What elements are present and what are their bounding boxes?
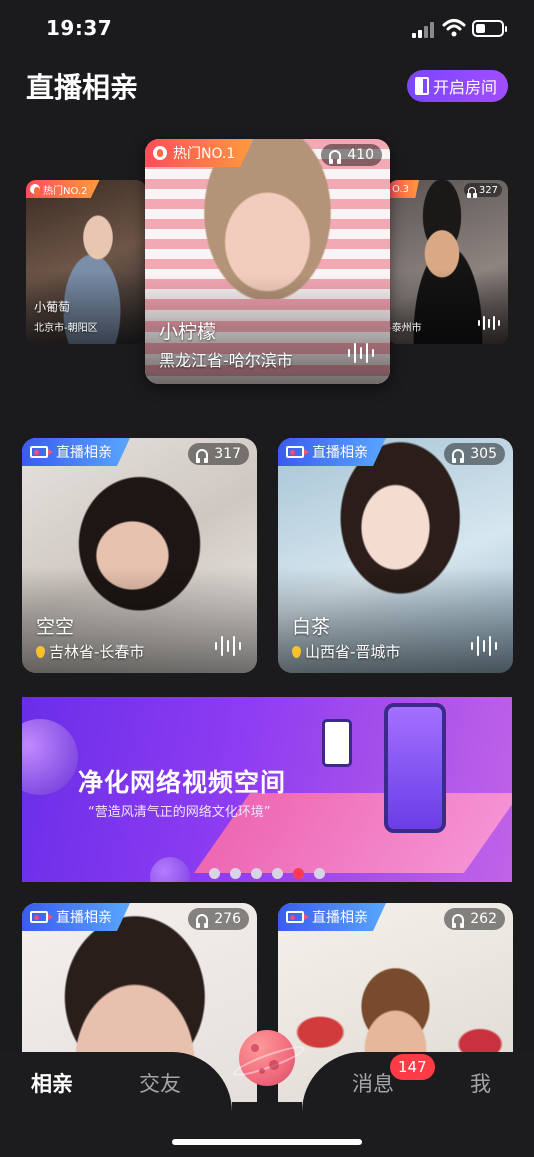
host-location-text: 山西省-晋城市 <box>305 643 401 661</box>
pagination-dot[interactable] <box>314 868 325 879</box>
hot-rank-label: 热门NO.2 <box>43 185 88 197</box>
live-card-kongkong[interactable]: 直播相亲 317 空空 吉林省-长春市 <box>22 438 257 673</box>
pagination-dot[interactable] <box>209 868 220 879</box>
promo-banner[interactable]: 净化网络视频空间 “营造风清气正的网络文化环境” <box>22 697 512 882</box>
location-pin-icon <box>292 645 301 658</box>
headphone-icon <box>196 449 209 463</box>
planet-center-button[interactable] <box>239 1030 295 1086</box>
host-name: 空空 <box>36 616 75 638</box>
live-tag-label: 直播相亲 <box>56 445 112 461</box>
flame-icon <box>153 146 167 160</box>
host-name: 小葡萄 <box>34 300 71 314</box>
flame-icon <box>30 184 40 195</box>
video-camera-icon <box>286 911 309 923</box>
banner-pagination <box>209 868 325 879</box>
tab-me[interactable]: 我 <box>470 1068 491 1098</box>
host-name: 小柠檬 <box>159 321 217 343</box>
viewer-count-value: 305 <box>470 446 497 462</box>
open-room-label: 开启房间 <box>433 78 498 97</box>
live-blind-date-tag: 直播相亲 <box>278 438 386 466</box>
door-icon <box>415 77 429 95</box>
headphone-icon <box>452 914 465 928</box>
audio-wave-icon <box>215 636 241 656</box>
viewer-count-value: 276 <box>214 911 241 927</box>
live-card-baicha[interactable]: 直播相亲 305 白茶 山西省-晋城市 <box>278 438 513 673</box>
viewer-count: 276 <box>188 908 249 930</box>
pagination-dot[interactable] <box>293 868 304 879</box>
pagination-dot[interactable] <box>230 868 241 879</box>
host-name: 白茶 <box>292 616 331 638</box>
viewer-count: 327 <box>463 183 502 198</box>
video-camera-icon <box>286 446 309 458</box>
hot-rank-tag: O.3 <box>388 180 420 198</box>
hot-rank-label: 热门NO.1 <box>173 146 236 162</box>
status-time: 19:37 <box>46 16 113 40</box>
live-tag-label: 直播相亲 <box>312 910 368 926</box>
message-badge: 147 <box>390 1054 435 1080</box>
home-indicator <box>172 1139 362 1145</box>
location-pin-icon <box>36 645 45 658</box>
headphone-icon <box>329 150 342 164</box>
host-location-text: 吉林省-长春市 <box>49 643 145 661</box>
hot-rank-label: O.3 <box>392 183 410 195</box>
host-location: 黑龙江省-哈尔滨市 <box>159 351 293 370</box>
carousel-card-left[interactable]: 热门NO.2 小葡萄 北京市-朝阳区 <box>26 180 146 344</box>
audio-wave-icon <box>478 316 500 330</box>
viewer-count: 317 <box>188 443 249 465</box>
audio-wave-icon <box>471 636 497 656</box>
viewer-count-value: 327 <box>478 184 498 196</box>
video-camera-icon <box>30 911 53 923</box>
audio-wave-icon <box>348 343 374 363</box>
signal-icon <box>412 22 436 38</box>
live-tag-label: 直播相亲 <box>56 910 112 926</box>
status-bar: 19:37 <box>0 0 534 60</box>
live-tag-label: 直播相亲 <box>312 445 368 461</box>
wifi-icon <box>442 19 466 37</box>
battery-icon <box>472 20 507 37</box>
small-phone-illustration <box>322 719 352 767</box>
tab-jiaoyou[interactable]: 交友 <box>139 1068 181 1098</box>
hot-rank-tag: 热门NO.1 <box>145 139 254 167</box>
live-blind-date-tag: 直播相亲 <box>278 903 386 931</box>
tab-xiangqin[interactable]: 相亲 <box>31 1068 73 1098</box>
live-blind-date-tag: 直播相亲 <box>22 903 130 931</box>
banner-title: 净化网络视频空间 <box>78 768 287 797</box>
host-location: 山西省-晋城市 <box>292 641 400 662</box>
carousel-card-right[interactable]: O.3 327 -泰州市 <box>388 180 508 344</box>
viewer-count-value: 410 <box>347 147 374 163</box>
page-title: 直播相亲 <box>26 71 139 104</box>
headphone-icon <box>466 186 477 198</box>
viewer-count: 262 <box>444 908 505 930</box>
banner-subtitle: “营造风清气正的网络文化环境” <box>88 805 271 820</box>
pagination-dot[interactable] <box>272 868 283 879</box>
headphone-icon <box>452 449 465 463</box>
viewer-count-value: 262 <box>470 911 497 927</box>
viewer-count: 410 <box>321 144 382 166</box>
host-location: -泰州市 <box>388 323 422 334</box>
video-camera-icon <box>30 446 53 458</box>
host-location: 吉林省-长春市 <box>36 641 144 662</box>
decor-orb <box>22 719 78 795</box>
open-room-button[interactable]: 开启房间 <box>407 70 508 102</box>
live-blind-date-tag: 直播相亲 <box>22 438 130 466</box>
viewer-count: 305 <box>444 443 505 465</box>
hot-rank-tag: 热门NO.2 <box>26 180 100 198</box>
viewer-count-value: 317 <box>214 446 241 462</box>
carousel-card-center[interactable]: 热门NO.1 410 小柠檬 黑龙江省-哈尔滨市 <box>145 139 390 384</box>
phone-illustration <box>384 703 446 833</box>
headphone-icon <box>196 914 209 928</box>
pagination-dot[interactable] <box>251 868 262 879</box>
host-location: 北京市-朝阳区 <box>34 323 98 334</box>
decor-orb <box>150 857 190 882</box>
tab-messages[interactable]: 消息 <box>352 1068 394 1098</box>
